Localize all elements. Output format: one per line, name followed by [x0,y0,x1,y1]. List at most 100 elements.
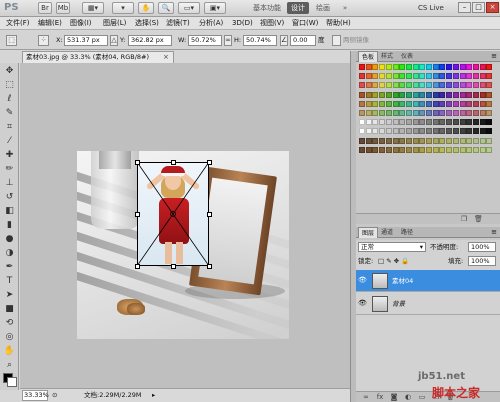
tab-layers[interactable]: 图层 [358,227,379,238]
color-swatch[interactable] [379,100,386,107]
color-swatch[interactable] [486,146,493,153]
color-swatch[interactable] [379,64,386,70]
gradient-tool-icon[interactable]: ▮ [3,219,16,231]
color-swatch[interactable] [459,110,466,116]
color-swatch[interactable] [359,128,365,135]
close-icon[interactable]: × [486,2,499,13]
color-swatch[interactable] [365,119,372,126]
free-transform-box[interactable] [137,162,209,266]
reference-point-icon[interactable]: ⁘ [38,35,49,46]
color-swatch[interactable] [385,91,392,98]
color-swatch[interactable] [466,128,473,135]
cs-live-button[interactable]: CS Live [418,2,456,14]
color-swatch[interactable] [426,119,432,126]
color-swatch[interactable] [452,91,459,98]
color-swatch[interactable] [479,82,486,89]
zoom-tool-icon[interactable]: ⌕ [3,359,16,371]
transform-handle-top-left[interactable] [135,160,140,165]
color-swatch[interactable] [432,82,439,89]
color-swatch[interactable] [365,100,372,107]
transform-handle-top[interactable] [171,160,176,165]
screen-mode-button[interactable]: ▣▾ [204,2,226,14]
color-swatch[interactable] [486,110,493,116]
color-swatch[interactable] [372,73,379,80]
close-document-icon[interactable]: × [163,52,172,63]
color-swatch[interactable] [412,82,419,89]
angle-field[interactable]: 0.00 [290,35,316,46]
color-swatch[interactable] [486,73,493,80]
color-swatch[interactable] [472,82,479,89]
marquee-tool-icon[interactable]: ⬚ [3,79,16,91]
color-swatch[interactable] [385,119,392,126]
color-swatch[interactable] [359,73,365,80]
color-swatch[interactable] [399,73,406,80]
workspace-more-button[interactable]: » [338,2,352,14]
color-swatch[interactable] [452,73,459,80]
color-swatch[interactable] [379,128,386,135]
color-swatch[interactable] [486,128,493,135]
color-swatch[interactable] [372,100,379,107]
zoom-tool-button[interactable]: 🔍 [158,2,174,14]
color-swatch[interactable] [359,119,365,126]
color-swatch[interactable] [472,128,479,135]
color-swatch[interactable] [399,64,406,70]
canvas-area[interactable] [20,63,350,388]
color-swatch[interactable] [405,119,412,126]
color-swatch[interactable] [372,146,379,153]
restore-icon[interactable]: □ [472,2,485,13]
zoom-level-field[interactable]: 33.33% [22,390,49,401]
menu-filter[interactable]: 滤镜(T) [166,18,190,29]
color-swatch[interactable] [365,73,372,80]
dodge-tool-icon[interactable]: ◑ [3,247,16,259]
color-swatch[interactable] [472,64,479,70]
color-swatch[interactable] [466,100,473,107]
color-swatch[interactable] [365,64,372,70]
eye-icon[interactable]: 👁 [358,299,367,307]
color-swatch[interactable] [472,119,479,126]
brush-tool-icon[interactable]: ✏ [3,163,16,175]
color-swatch[interactable] [466,137,473,144]
color-swatch[interactable] [426,64,432,70]
transform-tool-icon[interactable]: ⬚ [6,35,17,46]
color-swatch[interactable] [412,73,419,80]
color-swatch[interactable] [405,100,412,107]
color-swatch[interactable] [372,128,379,135]
color-swatch[interactable] [479,128,486,135]
color-swatch[interactable] [426,91,432,98]
color-swatch[interactable] [412,100,419,107]
color-swatch[interactable] [372,119,379,126]
color-swatch[interactable] [379,110,386,116]
color-swatch[interactable] [392,82,399,89]
color-swatch[interactable] [479,110,486,116]
color-swatch[interactable] [379,73,386,80]
color-swatch[interactable] [439,137,446,144]
color-swatch[interactable] [399,100,406,107]
color-swatch[interactable] [472,110,479,116]
color-swatch[interactable] [459,91,466,98]
color-swatch[interactable] [399,82,406,89]
color-swatch[interactable] [412,64,419,70]
background-color-swatch[interactable] [7,377,17,387]
color-swatch[interactable] [385,82,392,89]
color-swatch[interactable] [446,91,453,98]
menu-image[interactable]: 图像(I) [70,18,92,29]
color-swatch[interactable] [439,110,446,116]
color-swatch[interactable] [452,100,459,107]
color-swatch[interactable] [372,137,379,144]
color-swatch[interactable] [479,137,486,144]
color-swatch[interactable] [446,110,453,116]
color-swatch[interactable] [459,137,466,144]
color-swatch[interactable] [365,137,372,144]
color-swatch[interactable] [452,119,459,126]
color-swatch[interactable] [379,91,386,98]
color-swatch[interactable] [385,100,392,107]
history-brush-tool-icon[interactable]: ↺ [3,191,16,203]
color-swatch[interactable] [419,100,426,107]
pen-tool-icon[interactable]: ✒ [3,261,16,273]
color-swatch[interactable] [385,110,392,116]
crop-tool-icon[interactable]: ⌗ [3,121,16,133]
blend-mode-select[interactable]: 正常 ▾ [358,242,426,252]
color-swatch[interactable] [446,100,453,107]
color-swatch[interactable] [459,128,466,135]
opacity-field[interactable]: 100% [468,242,496,252]
